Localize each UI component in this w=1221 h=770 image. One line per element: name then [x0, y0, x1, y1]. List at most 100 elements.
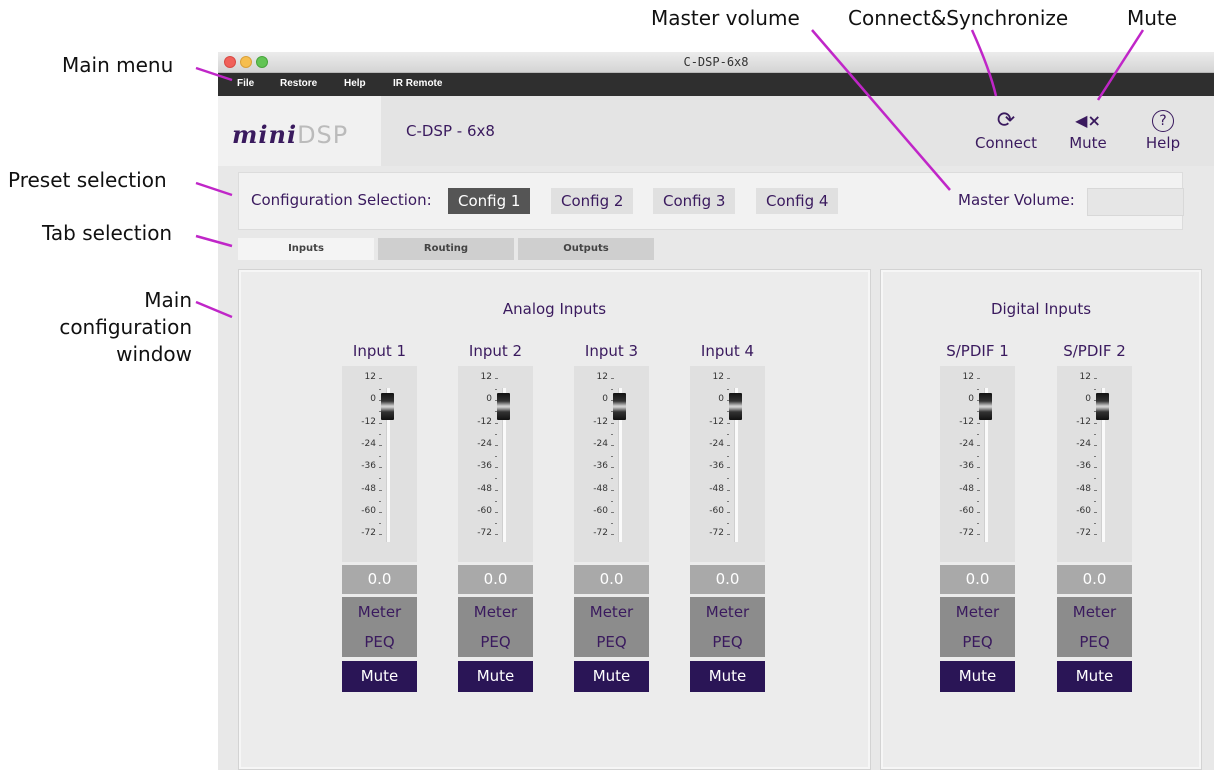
fader-scale-label: -72 — [1076, 528, 1091, 539]
fader-tick — [379, 489, 382, 491]
fader-scale-label: 12 — [1079, 372, 1091, 382]
fader-scale-label: -24 — [361, 438, 376, 449]
menu-item-file[interactable]: File — [237, 78, 254, 89]
fader-scale-label: -72 — [709, 528, 724, 539]
fader-area: 12 0 -12 -24 -36 -48 -60 -72 — [690, 366, 765, 562]
fader-handle[interactable] — [497, 393, 510, 420]
channel-strip: Input 3 12 0 -12 -24 -36 -48 -60 -72 0.0 Meter PEQ M… — [574, 342, 649, 692]
meter-peq-box: Meter PEQ — [1057, 597, 1132, 657]
master-volume-field[interactable] — [1087, 188, 1184, 216]
channel-strip: Input 2 12 0 -12 -24 -36 -48 -60 -72 0.0 Meter PEQ M… — [458, 342, 533, 692]
fader-minor-tick — [977, 522, 979, 524]
fader-minor-tick — [379, 433, 381, 435]
help-button[interactable]: ? Help — [1143, 108, 1183, 152]
fader-tick — [977, 378, 980, 379]
fader-tick — [977, 489, 980, 491]
config-2-button[interactable]: Config 2 — [551, 188, 634, 214]
channel-strip: S/PDIF 2 12 0 -12 -24 -36 -48 -60 -72 0.0 Meter PEQ… — [1057, 342, 1132, 692]
config-1-button[interactable]: Config 1 — [448, 188, 531, 214]
config-4-button[interactable]: Config 4 — [756, 188, 839, 214]
fader-tick — [611, 378, 614, 379]
fader-scale-label: -48 — [593, 483, 608, 494]
fader-scale-label: 0 — [370, 394, 376, 405]
window-title: C-DSP-6x8 — [683, 55, 749, 69]
peq-button[interactable]: PEQ — [342, 627, 417, 657]
fader-scale-label: 0 — [718, 394, 724, 405]
fader-tick — [379, 378, 382, 379]
meter-peq-box: Meter PEQ — [690, 597, 765, 657]
annotation-main-config-line2: configuration — [59, 315, 192, 339]
gain-value-field[interactable]: 0.0 — [690, 565, 765, 594]
gain-value-field[interactable]: 0.0 — [458, 565, 533, 594]
fader-scale-label: -60 — [959, 505, 974, 516]
peq-button[interactable]: PEQ — [574, 627, 649, 657]
meter-button[interactable]: Meter — [458, 597, 533, 627]
meter-button[interactable]: Meter — [574, 597, 649, 627]
fader-tick — [495, 534, 498, 536]
fader-tick — [977, 444, 980, 446]
fader-tick — [495, 444, 498, 446]
fader-handle[interactable] — [1096, 393, 1109, 420]
gain-value-field[interactable]: 0.0 — [940, 565, 1015, 594]
menu-item-ir-remote[interactable]: IR Remote — [393, 78, 442, 89]
header-mute-button[interactable]: ◀× Mute — [1063, 108, 1113, 152]
fader-minor-tick — [611, 522, 613, 524]
fader-scale-label: -60 — [709, 505, 724, 516]
fader-handle[interactable] — [979, 393, 992, 420]
fader-tick — [611, 511, 614, 513]
meter-button[interactable]: Meter — [1057, 597, 1132, 627]
channel-mute-button[interactable]: Mute — [690, 661, 765, 692]
fader-handle[interactable] — [381, 393, 394, 420]
fader-minor-tick — [1094, 389, 1096, 390]
peq-button[interactable]: PEQ — [1057, 627, 1132, 657]
fader-tick — [977, 534, 980, 536]
fader-tick — [611, 444, 614, 446]
channel-mute-button[interactable]: Mute — [342, 661, 417, 692]
tab-inputs[interactable]: Inputs — [238, 238, 374, 260]
gain-value-field[interactable]: 0.0 — [1057, 565, 1132, 594]
fader-handle[interactable] — [613, 393, 626, 420]
fader-scale-label: -72 — [477, 528, 492, 539]
fader-minor-tick — [1094, 500, 1096, 502]
fader-minor-tick — [379, 522, 381, 524]
fader-scale-label: 12 — [962, 372, 974, 382]
fader-tick — [727, 378, 730, 379]
fader-tick — [495, 511, 498, 513]
fader-handle[interactable] — [729, 393, 742, 420]
fader-scale-label: 12 — [712, 372, 724, 382]
fader-tick — [727, 444, 730, 446]
fader-scale-label: -48 — [709, 483, 724, 494]
channel-mute-button[interactable]: Mute — [574, 661, 649, 692]
gain-value-field[interactable]: 0.0 — [342, 565, 417, 594]
peq-button[interactable]: PEQ — [940, 627, 1015, 657]
channel-mute-button[interactable]: Mute — [1057, 661, 1132, 692]
channel-mute-button[interactable]: Mute — [458, 661, 533, 692]
meter-button[interactable]: Meter — [940, 597, 1015, 627]
fader-minor-tick — [495, 500, 497, 502]
fader-minor-tick — [495, 455, 497, 457]
menu-item-help[interactable]: Help — [344, 78, 366, 89]
digital-inputs-panel: Digital Inputs S/PDIF 1 12 0 -12 -24 -36 -48 -6… — [880, 269, 1202, 770]
tab-routing[interactable]: Routing — [378, 238, 514, 260]
fader-tick — [495, 378, 498, 379]
fader-minor-tick — [611, 389, 613, 390]
peq-button[interactable]: PEQ — [690, 627, 765, 657]
meter-button[interactable]: Meter — [690, 597, 765, 627]
menu-item-restore[interactable]: Restore — [280, 78, 317, 89]
app-window: C-DSP-6x8 File Restore Help IR Remote mi… — [218, 52, 1214, 770]
analog-inputs-panel: Analog Inputs Input 1 12 0 -12 -24 -36 -48 -60 -… — [238, 269, 871, 770]
tab-outputs[interactable]: Outputs — [518, 238, 654, 260]
config-3-button[interactable]: Config 3 — [653, 188, 736, 214]
peq-button[interactable]: PEQ — [458, 627, 533, 657]
fader-area: 12 0 -12 -24 -36 -48 -60 -72 — [458, 366, 533, 562]
connect-button[interactable]: ⟳ Connect — [970, 108, 1042, 152]
gain-value-field[interactable]: 0.0 — [574, 565, 649, 594]
meter-button[interactable]: Meter — [342, 597, 417, 627]
fader-scale-label: -12 — [709, 416, 724, 427]
fader-scale-label: 12 — [596, 372, 608, 382]
fader-minor-tick — [495, 522, 497, 524]
fader-scale-label: -72 — [361, 528, 376, 539]
fader-scale-label: -36 — [959, 461, 974, 472]
fader-minor-tick — [727, 455, 729, 457]
channel-mute-button[interactable]: Mute — [940, 661, 1015, 692]
